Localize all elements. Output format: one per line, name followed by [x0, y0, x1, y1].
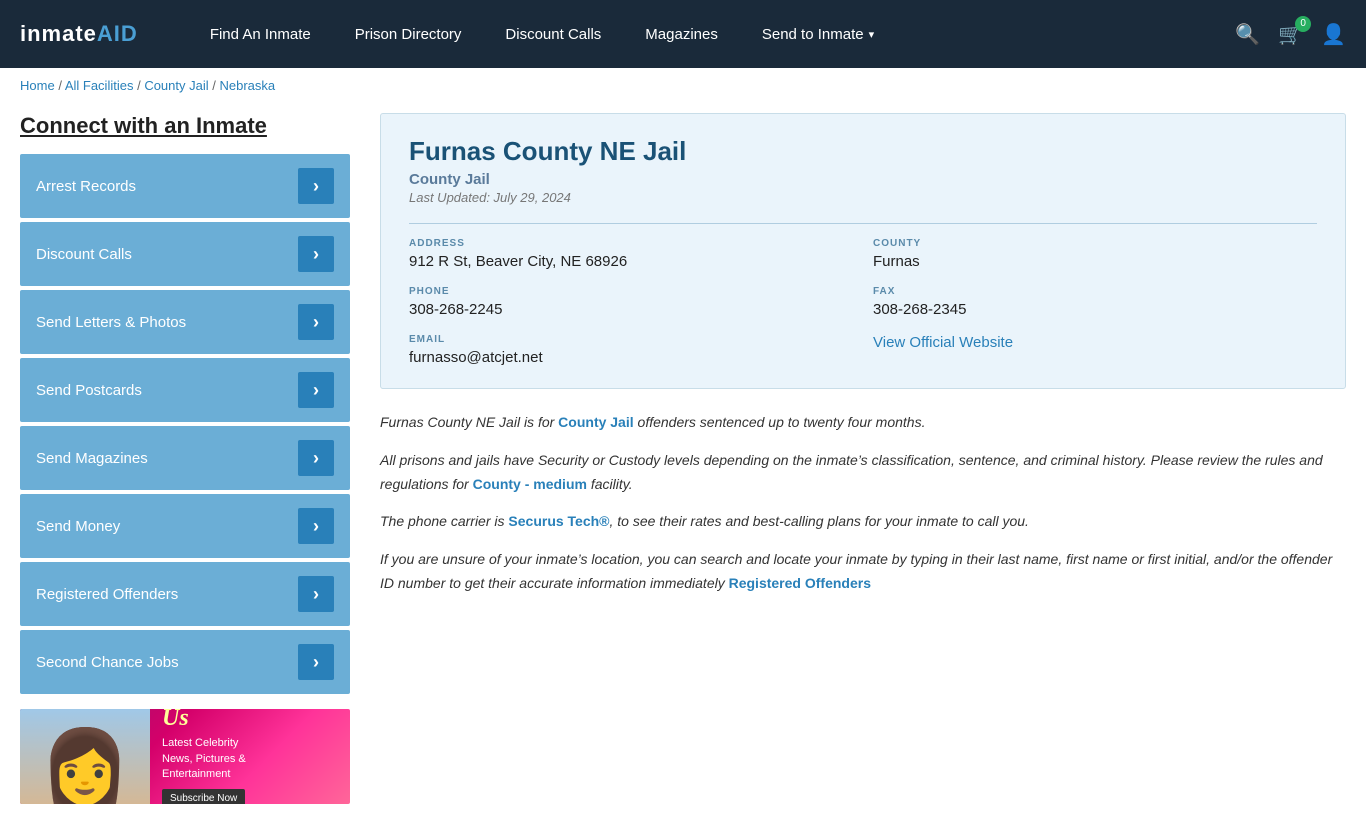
sidebar-item-second-chance-jobs[interactable]: Second Chance Jobs ›: [20, 630, 350, 694]
description-para2: All prisons and jails have Security or C…: [380, 449, 1346, 497]
sidebar-item-send-magazines[interactable]: Send Magazines ›: [20, 426, 350, 490]
nav-discount-calls[interactable]: Discount Calls: [483, 0, 623, 68]
main-nav: Find An Inmate Prison Directory Discount…: [188, 0, 1205, 68]
fax-label: FAX: [873, 286, 1317, 297]
sidebar-arrow-second-chance-jobs: ›: [298, 644, 334, 680]
ad-tagline: Latest CelebrityNews, Pictures &Entertai…: [162, 736, 246, 782]
main-content: Furnas County NE Jail County Jail Last U…: [380, 113, 1346, 804]
ad-content: Us Latest CelebrityNews, Pictures &Enter…: [150, 709, 258, 804]
email-label: EMAIL: [409, 334, 853, 345]
description-para3: The phone carrier is Securus Tech®, to s…: [380, 510, 1346, 534]
ad-logo: Us: [162, 709, 246, 732]
main-layout: Connect with an Inmate Arrest Records › …: [0, 103, 1366, 824]
facility-type: County Jail: [409, 171, 1317, 188]
breadcrumb-home[interactable]: Home: [20, 78, 55, 93]
registered-offenders-link[interactable]: Registered Offenders: [729, 575, 871, 591]
description-para4: If you are unsure of your inmate’s locat…: [380, 548, 1346, 596]
sidebar-arrow-registered-offenders: ›: [298, 576, 334, 612]
sidebar-arrow-send-magazines: ›: [298, 440, 334, 476]
address-value: 912 R St, Beaver City, NE 68926: [409, 253, 853, 270]
email-value: furnasso@atcjet.net: [409, 349, 853, 366]
sidebar-item-arrest-records[interactable]: Arrest Records ›: [20, 154, 350, 218]
facility-card: Furnas County NE Jail County Jail Last U…: [380, 113, 1346, 389]
phone-label: PHONE: [409, 286, 853, 297]
facility-info-grid: ADDRESS 912 R St, Beaver City, NE 68926 …: [409, 238, 1317, 366]
ad-banner[interactable]: 👩 Us Latest CelebrityNews, Pictures &Ent…: [20, 709, 350, 804]
county-jail-link[interactable]: County Jail: [558, 414, 633, 430]
ad-subscribe-button[interactable]: Subscribe Now: [162, 789, 245, 804]
facility-divider: [409, 223, 1317, 224]
nav-find-inmate[interactable]: Find An Inmate: [188, 0, 333, 68]
county-medium-link[interactable]: County - medium: [473, 476, 587, 492]
breadcrumb: Home / All Facilities / County Jail / Ne…: [0, 68, 1366, 103]
facility-last-updated: Last Updated: July 29, 2024: [409, 190, 1317, 205]
cart-icon[interactable]: 🛒 0: [1278, 22, 1303, 47]
cart-badge: 0: [1295, 16, 1311, 32]
header: inmateAID Find An Inmate Prison Director…: [0, 0, 1366, 68]
send-to-inmate-chevron: ▾: [869, 28, 875, 41]
info-email: EMAIL furnasso@atcjet.net: [409, 334, 853, 366]
nav-prison-directory[interactable]: Prison Directory: [333, 0, 484, 68]
sidebar-menu: Arrest Records › Discount Calls › Send L…: [20, 154, 350, 694]
county-value: Furnas: [873, 253, 1317, 270]
sidebar-arrow-discount-calls: ›: [298, 236, 334, 272]
county-label: COUNTY: [873, 238, 1317, 249]
sidebar-item-send-letters[interactable]: Send Letters & Photos ›: [20, 290, 350, 354]
info-county: COUNTY Furnas: [873, 238, 1317, 270]
search-icon[interactable]: 🔍: [1235, 22, 1260, 47]
info-website: View Official Website: [873, 334, 1317, 366]
description-para1: Furnas County NE Jail is for County Jail…: [380, 411, 1346, 435]
sidebar-item-send-money[interactable]: Send Money ›: [20, 494, 350, 558]
logo[interactable]: inmateAID: [20, 21, 138, 47]
sidebar-arrow-send-money: ›: [298, 508, 334, 544]
breadcrumb-all-facilities[interactable]: All Facilities: [65, 78, 134, 93]
address-label: ADDRESS: [409, 238, 853, 249]
sidebar-item-registered-offenders[interactable]: Registered Offenders ›: [20, 562, 350, 626]
sidebar-item-discount-calls[interactable]: Discount Calls ›: [20, 222, 350, 286]
logo-text: inmateAID: [20, 21, 138, 47]
sidebar-arrow-send-letters: ›: [298, 304, 334, 340]
securus-tech-link[interactable]: Securus Tech®: [508, 513, 609, 529]
breadcrumb-nebraska[interactable]: Nebraska: [219, 78, 275, 93]
info-address: ADDRESS 912 R St, Beaver City, NE 68926: [409, 238, 853, 270]
facility-name: Furnas County NE Jail: [409, 136, 1317, 167]
user-icon[interactable]: 👤: [1321, 22, 1346, 47]
sidebar: Connect with an Inmate Arrest Records › …: [20, 113, 350, 804]
phone-value: 308-268-2245: [409, 301, 853, 318]
ad-image: 👩: [20, 709, 150, 804]
fax-value: 308-268-2345: [873, 301, 1317, 318]
website-link[interactable]: View Official Website: [873, 334, 1013, 351]
sidebar-arrow-arrest-records: ›: [298, 168, 334, 204]
header-icons: 🔍 🛒 0 👤: [1235, 22, 1346, 47]
info-phone: PHONE 308-268-2245: [409, 286, 853, 318]
sidebar-item-send-postcards[interactable]: Send Postcards ›: [20, 358, 350, 422]
sidebar-title: Connect with an Inmate: [20, 113, 350, 139]
nav-send-to-inmate[interactable]: Send to Inmate ▾: [740, 0, 896, 68]
info-fax: FAX 308-268-2345: [873, 286, 1317, 318]
breadcrumb-county-jail[interactable]: County Jail: [144, 78, 208, 93]
nav-magazines[interactable]: Magazines: [623, 0, 740, 68]
facility-description: Furnas County NE Jail is for County Jail…: [380, 411, 1346, 596]
sidebar-arrow-send-postcards: ›: [298, 372, 334, 408]
